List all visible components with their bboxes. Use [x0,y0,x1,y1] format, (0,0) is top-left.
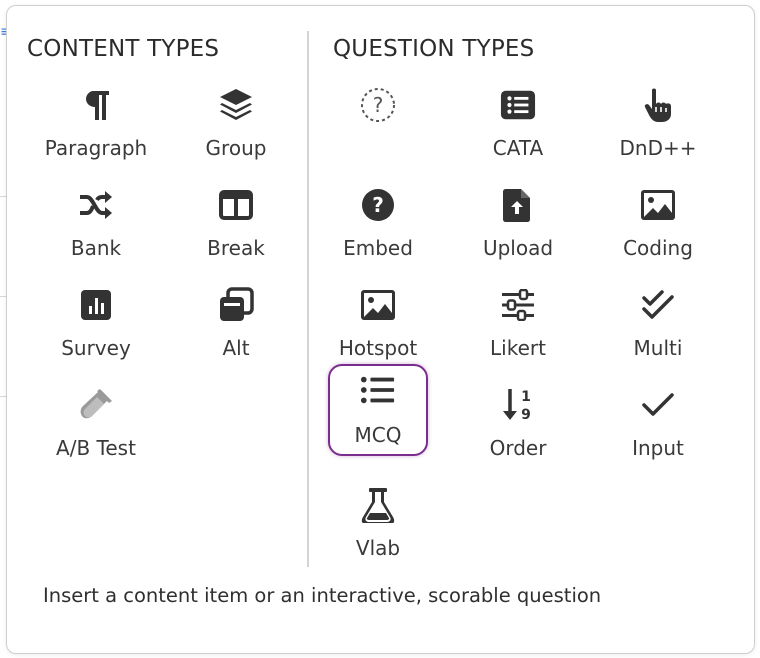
paragraph-icon [78,87,114,123]
question-dashed-icon: ? [360,87,396,123]
item-label: Likert [490,336,546,360]
content-item-paragraph[interactable]: Paragraph [31,81,161,165]
item-label: A/B Test [56,436,136,460]
item-label: Survey [61,336,131,360]
question-item-upload[interactable]: Upload [453,181,583,265]
content-item-group[interactable]: Group [171,81,301,165]
item-label: Vlab [355,536,401,560]
item-label: Group [205,136,267,160]
question-item-input[interactable]: Input [593,381,723,465]
item-label: Upload [482,236,554,260]
item-label: MCQ [354,423,402,447]
question-item-coding[interactable]: Coding [593,181,723,265]
copy-icon [218,287,254,323]
image-icon [360,287,396,323]
question-item-order[interactable]: 19 Order [453,381,583,465]
content-types-heading: CONTENT TYPES [27,36,220,62]
layers-icon [218,87,254,123]
question-types-heading: QUESTION TYPES [333,36,535,62]
item-label: CATA [492,136,544,160]
item-label: Embed [343,236,413,260]
list-box-icon [500,87,536,123]
svg-text:?: ? [372,193,384,217]
insert-popover: CONTENT TYPES QUESTION TYPES Paragraph G… [6,5,755,654]
item-label: Paragraph [44,136,148,160]
popover-footer-hint: Insert a content item or an interactive,… [43,584,602,607]
question-item-cata[interactable]: CATA [453,81,583,165]
item-label: Bank [70,236,122,260]
item-label: Multi [633,336,683,360]
item-label: Hotspot [338,336,418,360]
hand-pointer-icon [640,87,676,123]
content-item-ab-test[interactable]: A/B Test [31,381,161,465]
question-item-mcq[interactable]: MCQ [328,364,428,456]
column-divider [307,31,309,567]
item-label: Input [632,436,684,460]
content-item-survey[interactable]: Survey [31,281,161,365]
content-item-alt[interactable]: Alt [171,281,301,365]
svg-text:9: 9 [521,407,531,423]
item-label: Break [207,236,265,260]
svg-text:1: 1 [521,389,531,405]
item-label: Alt [222,336,250,360]
question-item-likert[interactable]: Likert [453,281,583,365]
double-check-icon [640,287,676,323]
sliders-icon [500,287,536,323]
list-icon [360,372,396,408]
question-item-multi[interactable]: Multi [593,281,723,365]
content-item-bank[interactable]: Bank [31,181,161,265]
image-icon [640,187,676,223]
question-item-hotspot[interactable]: Hotspot [313,281,443,365]
question-item-vlab[interactable]: Vlab [313,481,443,565]
flask-icon [360,487,396,523]
question-item-embed[interactable]: ? Embed [313,181,443,265]
shuffle-icon [78,187,114,223]
svg-text:?: ? [373,93,384,117]
item-label: Order [489,436,547,460]
question-item-dnd[interactable]: DnD++ [593,81,723,165]
file-upload-icon [500,187,536,223]
question-circle-icon: ? [360,187,396,223]
test-tube-icon [78,387,114,423]
background-link-fragment: ≡ [0,24,12,40]
item-label: DnD++ [619,136,697,160]
item-label: Coding [623,236,693,260]
columns-icon [218,187,254,223]
question-item-unknown[interactable]: ? [313,81,443,165]
sort-numeric-icon: 19 [500,387,536,423]
bar-chart-icon [78,287,114,323]
check-icon [640,387,676,423]
content-item-break[interactable]: Break [171,181,301,265]
